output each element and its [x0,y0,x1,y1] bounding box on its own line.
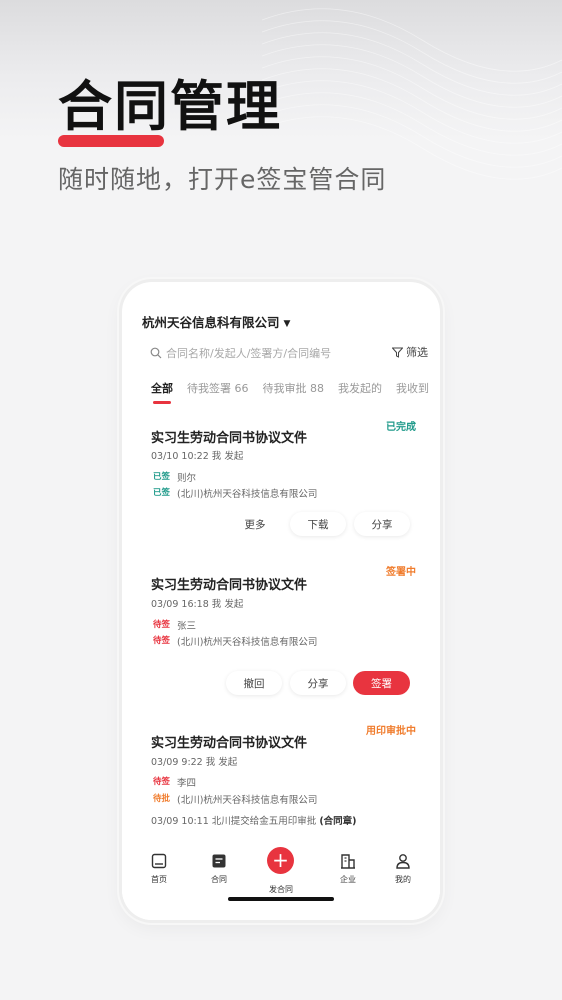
contract-meta: 03/10 10:22 我 发起 [151,451,244,462]
signer-name: (北川)杭州天谷科技信息有限公司 [177,795,318,806]
nav-label: 合同 [211,875,227,884]
signer-name: (北川)杭州天谷科技信息有限公司 [177,489,318,500]
signer-row: 待签 李四 [153,775,196,789]
status-badge: 用印审批中 [366,726,416,737]
hero-subtitle: 随时随地，打开e签宝管合同 [58,165,387,194]
seal-type: (合同章) [319,816,357,827]
signer-row: 待签 (北川)杭州天谷科技信息有限公司 [153,634,317,648]
search-icon [150,347,162,359]
status-badge: 已完成 [386,422,416,433]
sign-status-tag: 已签 [153,488,171,498]
nav-label: 首页 [151,875,167,884]
status-tabs: 全部 待我签署 66 待我审批 88 我发起的 我收到 [151,380,440,404]
tab-to-approve[interactable]: 待我审批 88 [263,380,325,404]
signer-row: 待批 (北川)杭州天谷科技信息有限公司 [153,792,317,806]
user-icon [394,852,412,870]
nav-label: 发合同 [269,885,293,894]
search-input[interactable] [166,346,346,360]
hero-title: 合同管理 [58,75,282,138]
signer-row: 已签 (北川)杭州天谷科技信息有限公司 [153,486,317,500]
home-indicator [228,897,334,901]
plus-icon[interactable]: + [267,847,294,874]
contract-meta: 03/09 9:22 我 发起 [151,757,238,768]
sign-status-tag: 待签 [153,777,171,787]
signer-row: 已签 则尔 [153,470,196,484]
share-button[interactable]: 分享 [290,671,346,695]
search-bar[interactable] [150,345,350,361]
signer-name: 李四 [177,778,197,789]
company-selector[interactable]: 杭州天谷信息科有限公司 ▼ [142,312,290,331]
tab-initiated[interactable]: 我发起的 [338,380,382,404]
signer-name: 则尔 [177,473,197,484]
tab-to-sign[interactable]: 待我签署 66 [187,380,249,404]
contract-meta: 03/09 16:18 我 发起 [151,599,244,610]
approval-log-text: 03/09 10:11 北川提交给金五用印审批 [151,816,320,827]
withdraw-button[interactable]: 撤回 [226,671,282,695]
more-button[interactable]: 更多 [229,512,281,536]
share-button[interactable]: 分享 [354,512,410,536]
contract-title: 实习生劳动合同书协议文件 [151,578,308,593]
tab-all[interactable]: 全部 [151,380,173,404]
nav-mine[interactable]: 我的 [380,852,426,885]
sign-button[interactable]: 签署 [353,671,410,695]
contract-icon [210,852,228,870]
filter-icon [392,347,403,358]
building-icon [339,852,357,870]
signer-row: 待签 张三 [153,618,196,632]
caret-down-icon: ▼ [283,319,291,329]
approval-status-tag: 待批 [153,794,171,804]
hero-title-underline [58,135,164,147]
approval-log: 03/09 10:11 北川提交给金五用印审批 (合同章) [151,813,357,827]
company-name: 杭州天谷信息科有限公司 [142,315,280,330]
sign-status-tag: 待签 [153,636,171,646]
nav-enterprise[interactable]: 企业 [325,852,371,885]
bottom-nav: 首页 合同 发合同 + 企业 我的 [122,842,440,920]
filter-button[interactable]: 筛选 [392,344,428,360]
signer-name: 张三 [177,621,197,632]
download-button[interactable]: 下载 [290,512,346,536]
status-badge: 签署中 [386,567,416,578]
contract-title: 实习生劳动合同书协议文件 [151,736,308,751]
phone-mockup: 杭州天谷信息科有限公司▼ 筛选 全部 待我签署 66 待我审批 88 我发起的 … [122,282,440,920]
contract-title: 实习生劳动合同书协议文件 [151,431,308,446]
sign-status-tag: 已签 [153,472,171,482]
tab-received[interactable]: 我收到 [396,380,429,404]
nav-label: 我的 [395,875,411,884]
signer-name: (北川)杭州天谷科技信息有限公司 [177,637,318,648]
nav-contracts[interactable]: 合同 [196,852,242,885]
home-icon [150,852,168,870]
filter-label: 筛选 [406,346,428,359]
sign-status-tag: 待签 [153,620,171,630]
nav-home[interactable]: 首页 [136,852,182,885]
nav-label: 企业 [340,875,356,884]
